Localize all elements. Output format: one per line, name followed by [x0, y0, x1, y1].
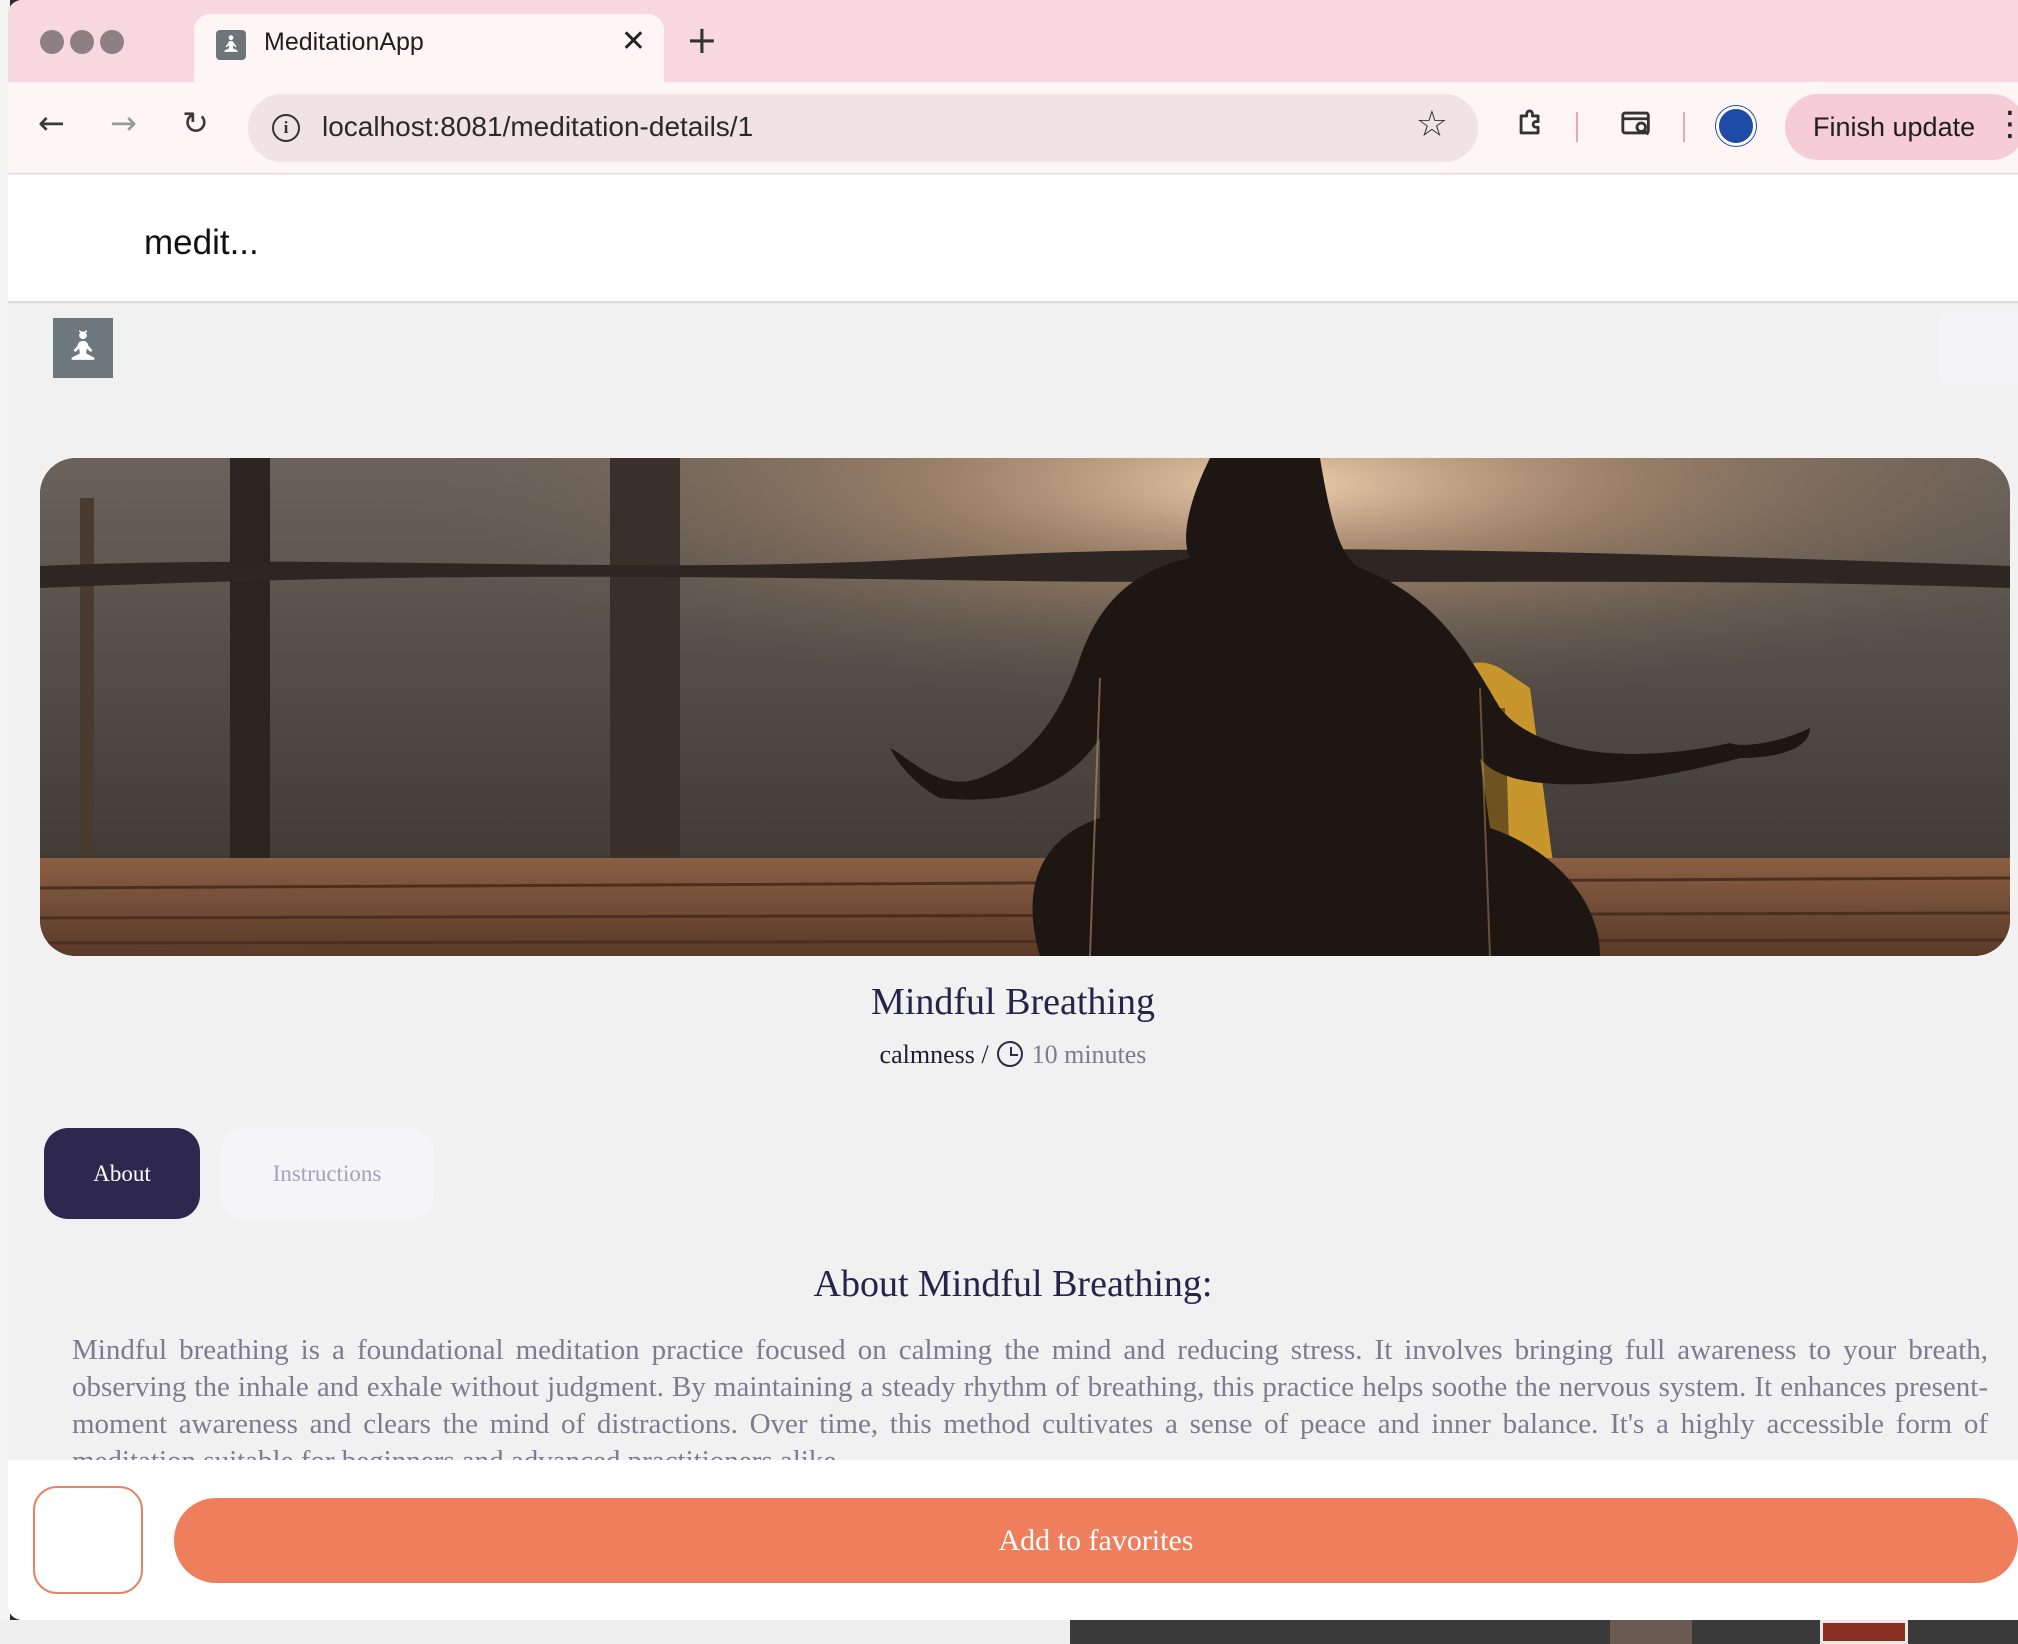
about-heading: About Mindful Breathing: — [813, 1263, 1213, 1305]
window-minimize-control[interactable] — [70, 30, 94, 54]
desktop-thumbnail — [1610, 1620, 1692, 1644]
close-tab-icon[interactable]: ✕ — [621, 24, 646, 59]
meditation-person-icon — [53, 318, 113, 378]
tab-search-icon[interactable] — [1620, 106, 1654, 140]
window-close-control[interactable] — [40, 30, 64, 54]
about-description: Mindful breathing is a foundational medi… — [72, 1334, 1988, 1460]
finish-update-label: Finish update — [1813, 112, 1976, 142]
info-icon[interactable]: i — [272, 114, 300, 142]
browser-toolbar: ← → ↻ i localhost:8081/meditation-detail… — [8, 82, 2018, 174]
toolbar-separator — [1683, 112, 1685, 142]
url-text[interactable]: localhost:8081/meditation-details/1 — [322, 111, 753, 143]
tab-title: MeditationApp — [264, 28, 424, 56]
reload-icon[interactable]: ↻ — [182, 104, 209, 142]
toolbar-separator — [1576, 112, 1578, 142]
address-bar[interactable]: i localhost:8081/meditation-details/1 ☆ — [248, 94, 1478, 162]
meditation-duration: 10 minutes — [1031, 1040, 1147, 1069]
window-zoom-control[interactable] — [100, 30, 124, 54]
tab-instructions[interactable]: Instructions — [220, 1128, 434, 1219]
favorite-toggle-button[interactable] — [33, 1486, 143, 1594]
back-icon[interactable]: ← — [38, 104, 65, 142]
app-header-title: medit... — [144, 223, 259, 262]
meditation-hero-image — [40, 458, 2010, 956]
menu-kebab-icon[interactable]: ⋮ — [1993, 104, 2018, 144]
puzzle-icon[interactable] — [1514, 106, 1548, 140]
new-tab-button[interactable]: + — [686, 18, 718, 62]
tab-strip: MeditationApp ✕ + — [8, 0, 2018, 82]
add-to-favorites-button[interactable]: Add to favorites — [174, 1498, 2018, 1583]
finish-update-button[interactable]: Finish update ⋮ — [1785, 94, 2018, 160]
meditation-title: Mindful Breathing — [871, 981, 1155, 1023]
meditation-meta: calmness / 10 minutes — [8, 1040, 2018, 1070]
meditation-category: calmness — [879, 1040, 975, 1069]
header-action-placeholder[interactable] — [1938, 312, 2018, 384]
meditation-person-icon — [216, 30, 246, 60]
tab-about[interactable]: About — [44, 1128, 200, 1219]
forward-icon[interactable]: → — [110, 104, 137, 142]
profile-avatar-icon[interactable] — [1716, 106, 1756, 146]
desktop-background-bottom — [0, 1620, 2018, 1644]
meta-separator: / — [974, 1040, 996, 1069]
bookmark-star-icon[interactable]: ☆ — [1416, 104, 1448, 145]
clock-icon — [997, 1041, 1024, 1067]
browser-tab-active[interactable]: MeditationApp ✕ — [194, 14, 664, 82]
browser-window: MeditationApp ✕ + ← → ↻ i localhost:8081… — [8, 0, 2018, 1620]
action-footer: Add to favorites — [8, 1460, 2018, 1620]
desktop-window-strip — [0, 1620, 1070, 1644]
app-header: medit... — [8, 175, 2018, 303]
desktop-thumbnail — [1820, 1620, 1908, 1644]
